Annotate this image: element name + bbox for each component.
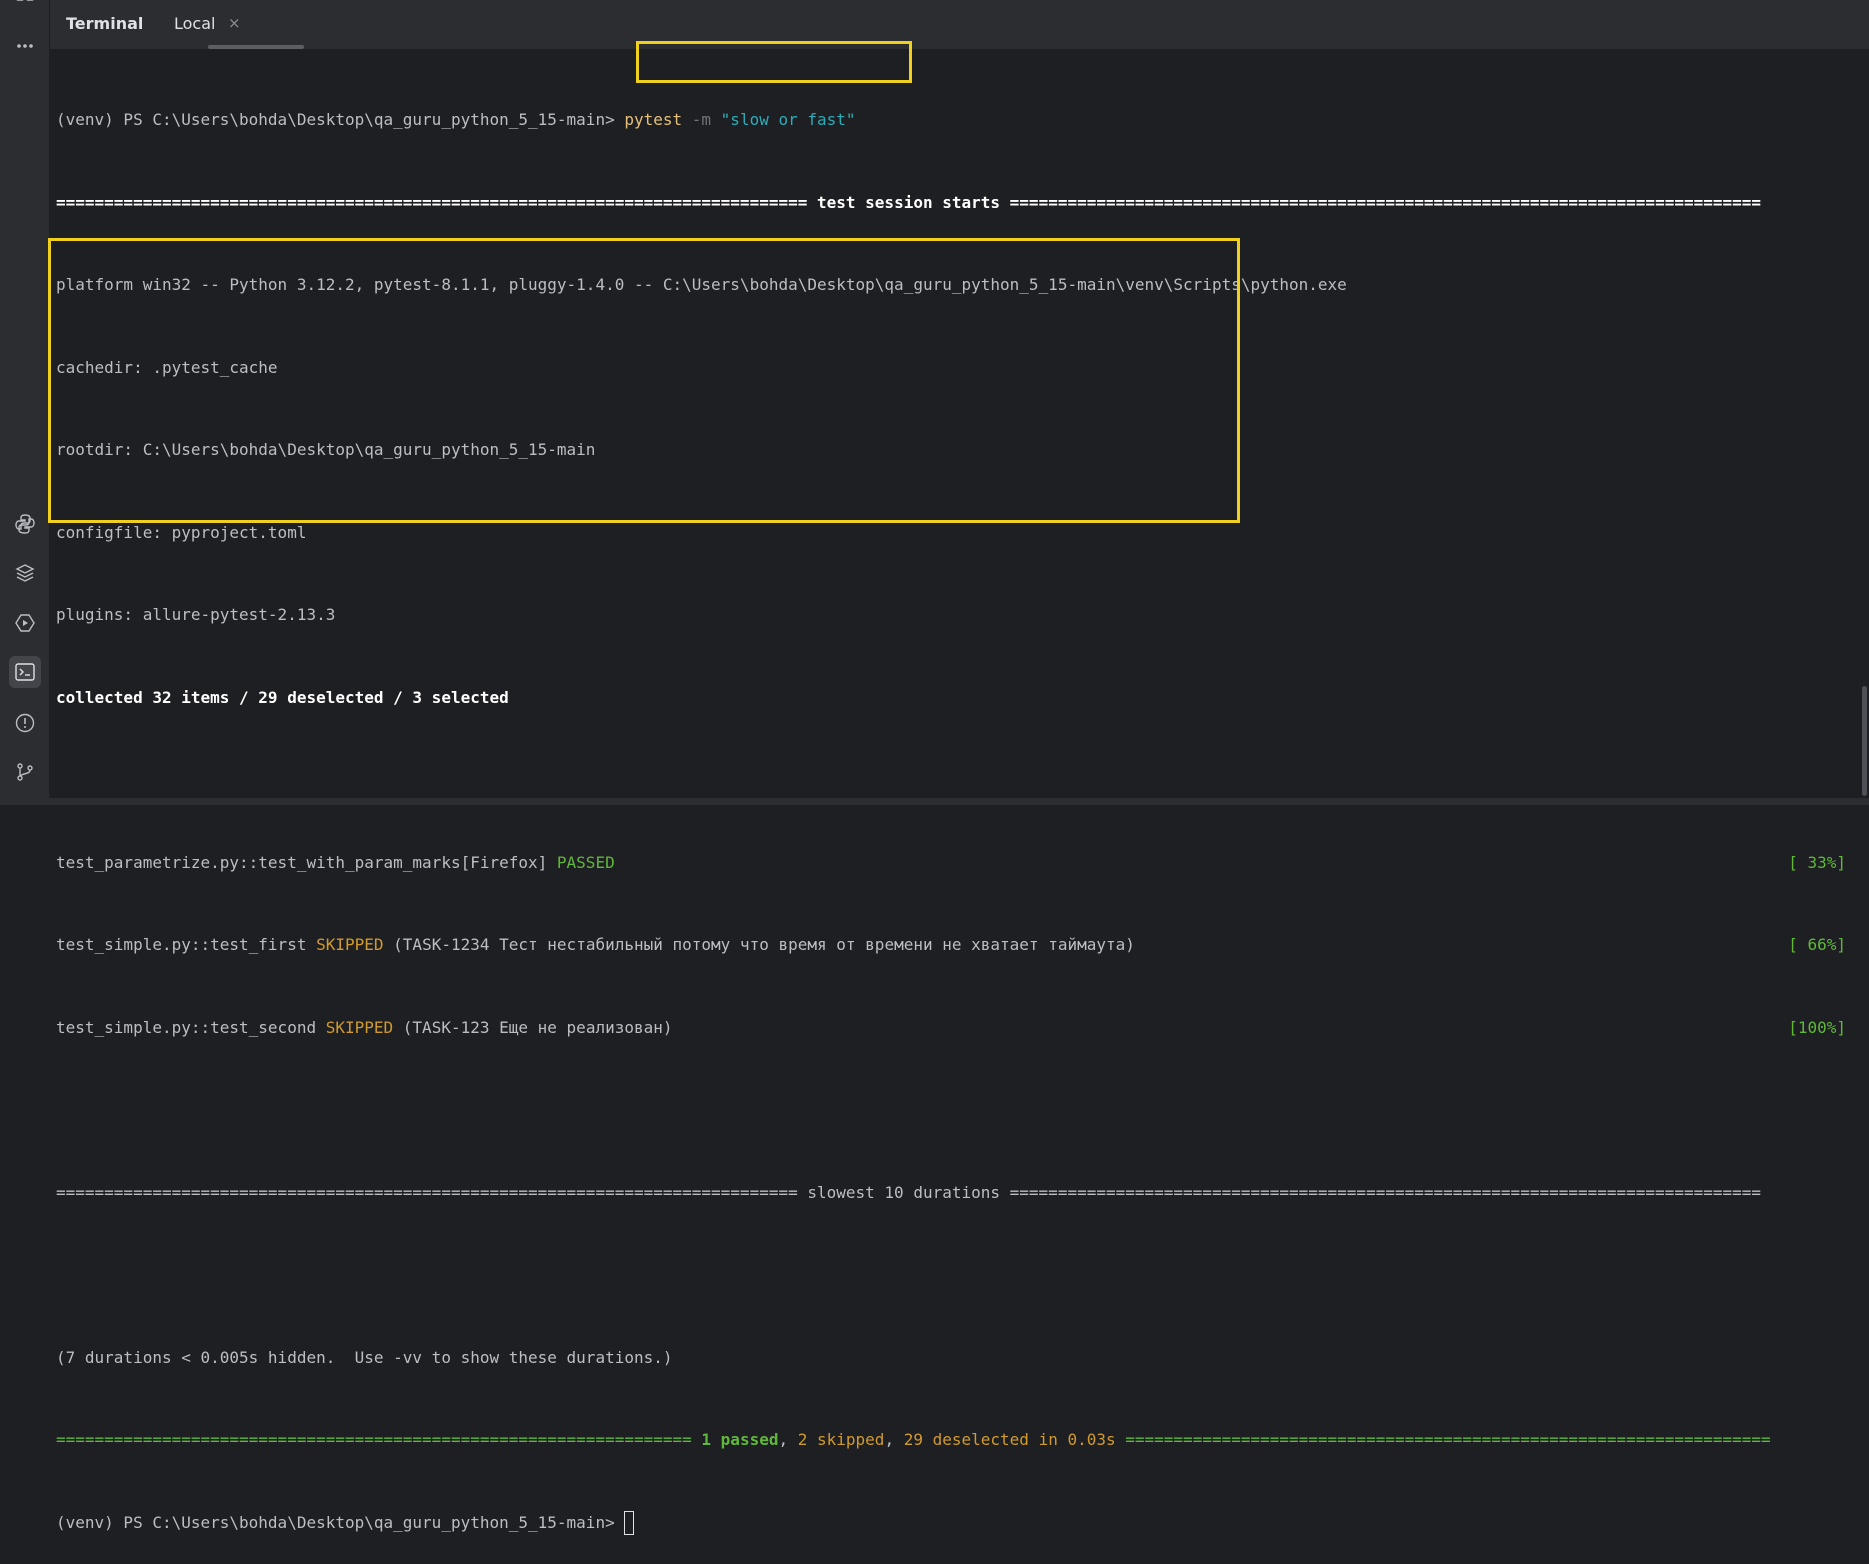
problems-icon[interactable] <box>9 707 41 739</box>
rootdir-line: rootdir: C:\Users\bohda\Desktop\qa_guru_… <box>56 440 596 459</box>
test-note: (TASK-123 Еще не реализован) <box>393 1017 673 1037</box>
test-result-row: test_parametrize.py::test_with_param_mar… <box>56 849 1846 877</box>
test-status: SKIPPED <box>316 935 384 954</box>
summary-passed: 1 passed <box>701 1430 779 1449</box>
test-status: SKIPPED <box>325 1017 394 1037</box>
slowest-durations-header: ========================================… <box>56 1182 1762 1202</box>
session-title: test session starts <box>817 192 1001 212</box>
command-line: (venv) PS C:\Users\bohda\Desktop\qa_guru… <box>56 106 1846 134</box>
grid-icon[interactable] <box>9 0 41 18</box>
prompt-line[interactable]: (venv) PS C:\Users\bohda\Desktop\qa_guru… <box>56 1509 1846 1537</box>
command-arg: "slow or fast" <box>720 110 856 129</box>
terminal-output[interactable]: (venv) PS C:\Users\bohda\Desktop\qa_guru… <box>56 51 1846 1564</box>
terminal-icon[interactable] <box>9 656 41 688</box>
test-name: test_parametrize.py::test_with_param_mar… <box>56 852 557 872</box>
test-note: (TASK-1234 Тест нестабильный потому что … <box>383 935 1135 954</box>
summary-skipped: 2 skipped <box>797 1430 885 1449</box>
collected-line: collected 32 items / 29 deselected / 3 s… <box>56 687 509 707</box>
active-tab-indicator <box>208 45 304 49</box>
summary-deselected: 29 deselected in 0.03s <box>903 1430 1116 1449</box>
durations-note: (7 durations < 0.005s hidden. Use -vv to… <box>56 1347 673 1367</box>
more-icon[interactable] <box>9 30 41 62</box>
summary-line: ========================================… <box>56 1430 1771 1449</box>
test-progress: [ 33%] <box>1788 852 1846 872</box>
test-result-row: test_simple.py::test_second SKIPPED (TAS… <box>56 1014 1846 1042</box>
git-icon[interactable] <box>9 756 41 788</box>
vertical-scrollbar[interactable] <box>1862 686 1867 796</box>
terminal-tab-bar: Terminal Local × <box>50 0 1869 50</box>
prompt: (venv) PS C:\Users\bohda\Desktop\qa_guru… <box>56 1512 625 1532</box>
cachedir-line: cachedir: .pytest_cache <box>56 357 278 377</box>
session-header: ========================================… <box>56 192 1762 212</box>
test-name: test_simple.py::test_first <box>56 935 317 954</box>
command-flag: -m <box>682 110 721 129</box>
layers-icon[interactable] <box>9 557 41 589</box>
test-status: PASSED <box>556 852 615 872</box>
prompt: (venv) PS C:\Users\bohda\Desktop\qa_guru… <box>56 110 625 129</box>
bottom-status-bar <box>0 798 1869 805</box>
test-name: test_simple.py::test_second <box>56 1017 326 1037</box>
text-cursor <box>624 1511 635 1535</box>
close-icon[interactable]: × <box>228 14 241 32</box>
terminal-title: Terminal <box>66 14 144 33</box>
tab-local[interactable]: Local <box>174 14 215 33</box>
test-progress: [ 66%] <box>1788 935 1846 954</box>
run-icon[interactable] <box>9 607 41 639</box>
left-tool-strip <box>0 0 50 805</box>
python-icon[interactable] <box>9 508 41 540</box>
configfile-line: configfile: pyproject.toml <box>56 522 307 542</box>
platform-line: platform win32 -- Python 3.12.2, pytest-… <box>56 275 1347 294</box>
command: pytest <box>624 110 683 129</box>
test-result-row: test_simple.py::test_first SKIPPED (TASK… <box>56 931 1846 959</box>
plugins-line: plugins: allure-pytest-2.13.3 <box>56 605 336 624</box>
test-progress: [100%] <box>1788 1017 1846 1037</box>
